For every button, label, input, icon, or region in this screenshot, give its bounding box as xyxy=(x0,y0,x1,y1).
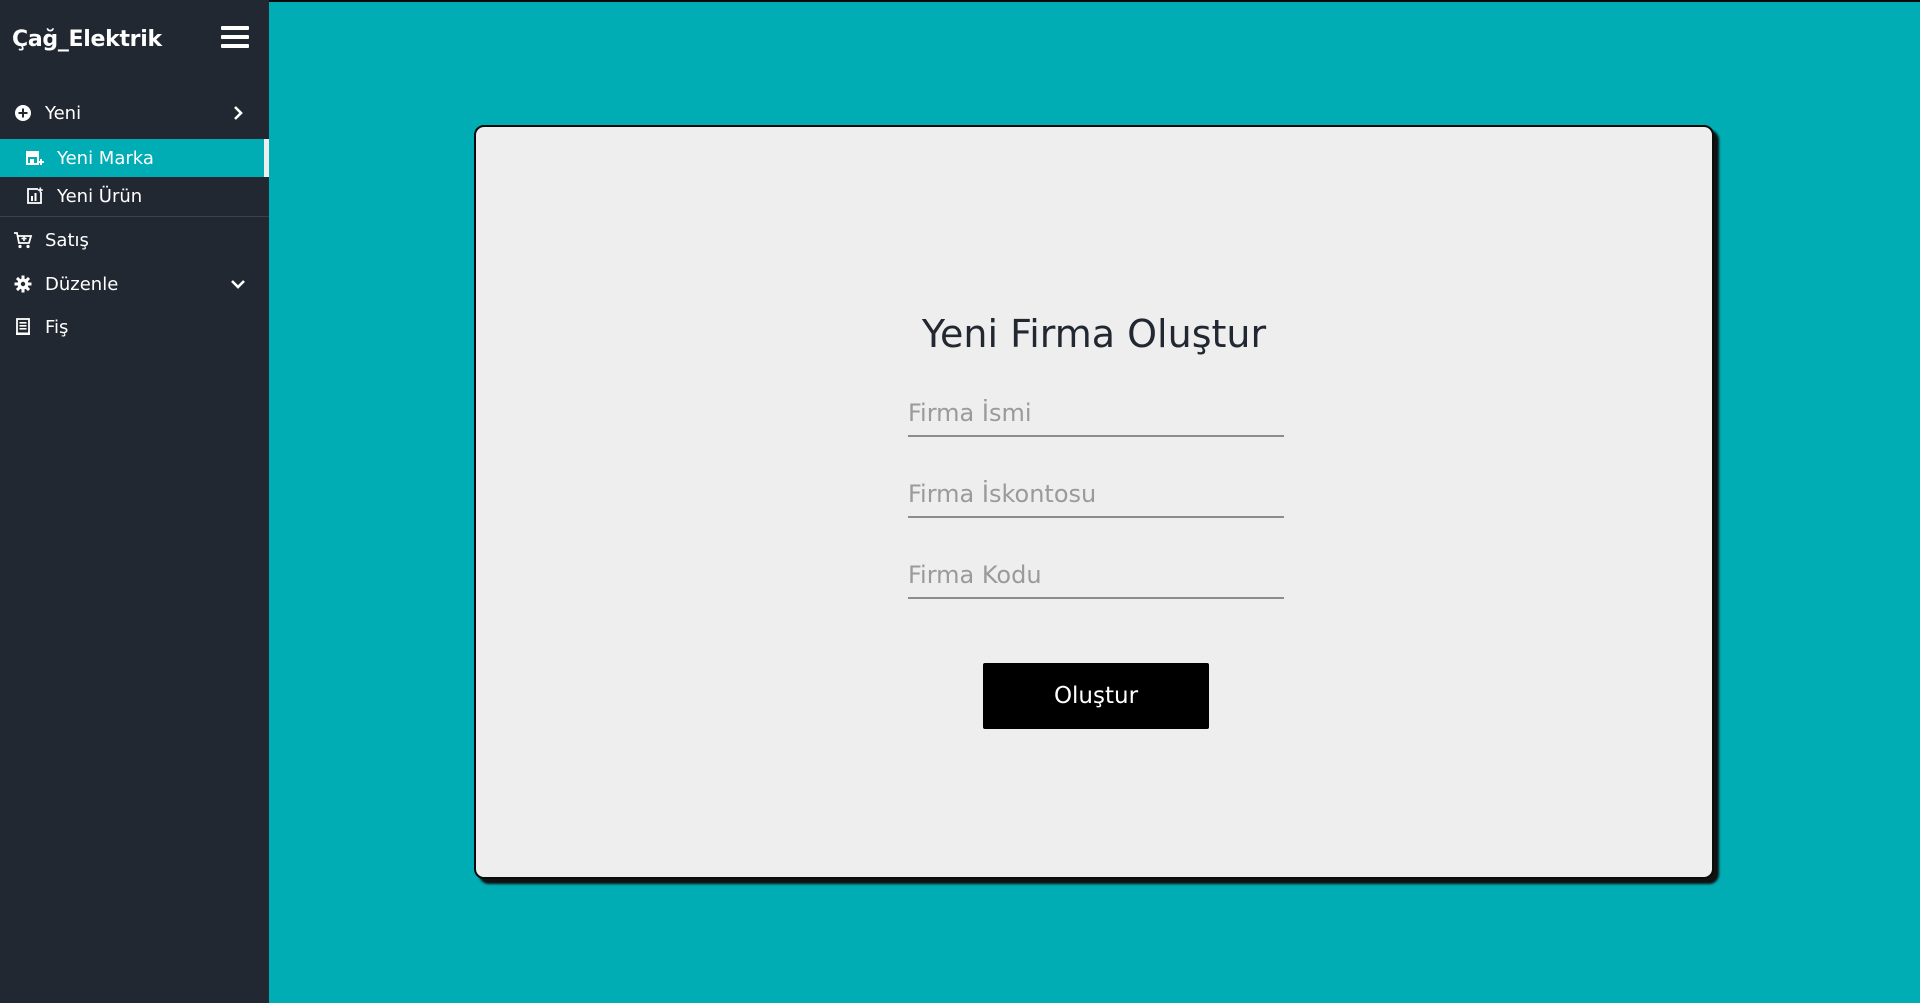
form-card: Yeni Firma Oluştur Oluştur xyxy=(474,125,1714,879)
sidebar-item-label: Yeni xyxy=(45,102,82,124)
store-icon xyxy=(25,148,45,168)
sidebar-item-label: Satış xyxy=(45,229,89,251)
olustur-button[interactable]: Oluştur xyxy=(983,663,1209,729)
plus-circle-icon xyxy=(13,103,33,123)
chart-icon xyxy=(25,186,45,206)
sidebar-item-label: Fiş xyxy=(45,316,69,338)
firma-kodu-input[interactable] xyxy=(908,547,1284,599)
form-title: Yeni Firma Oluştur xyxy=(921,312,1267,356)
gear-icon xyxy=(13,274,33,294)
sidebar-item-fis[interactable]: Fiş xyxy=(0,308,269,346)
hamburger-menu-icon[interactable] xyxy=(221,24,249,50)
chevron-down-icon xyxy=(229,275,247,293)
sidebar-item-satis[interactable]: Satış xyxy=(0,221,269,259)
sidebar-item-duzenle[interactable]: Düzenle xyxy=(0,265,269,303)
top-border xyxy=(0,0,1920,2)
sidebar-header: Çağ_Elektrik xyxy=(0,18,269,62)
sidebar: Çağ_Elektrik Yeni Yeni Marka Yeni Ürün S… xyxy=(0,0,269,1003)
sidebar-item-yeni[interactable]: Yeni xyxy=(0,94,269,132)
sidebar-item-label: Yeni Marka xyxy=(57,147,154,169)
receipt-icon xyxy=(13,317,33,337)
firma-iskontosu-input[interactable] xyxy=(908,466,1284,518)
sidebar-item-label: Düzenle xyxy=(45,273,119,295)
chevron-right-icon xyxy=(229,104,247,122)
cart-icon xyxy=(13,230,33,250)
sidebar-item-label: Yeni Ürün xyxy=(57,185,143,207)
brand-logo-text[interactable]: Çağ_Elektrik xyxy=(12,27,162,52)
sidebar-divider xyxy=(0,216,269,217)
sidebar-item-yeni-urun[interactable]: Yeni Ürün xyxy=(0,177,269,215)
sidebar-item-yeni-marka[interactable]: Yeni Marka xyxy=(0,139,269,177)
firma-ismi-input[interactable] xyxy=(908,385,1284,437)
